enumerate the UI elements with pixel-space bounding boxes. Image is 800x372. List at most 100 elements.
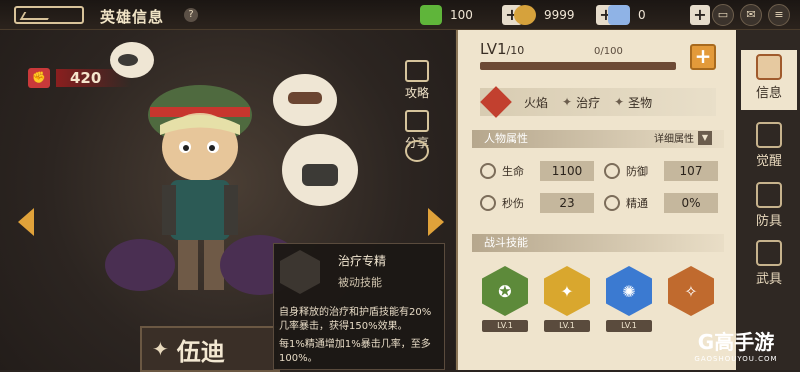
- skill-slot-4[interactable]: ✧: [668, 266, 714, 332]
- combat-skills-header: 战斗技能: [472, 234, 724, 252]
- level-up-button[interactable]: +: [690, 44, 716, 70]
- guide-button[interactable]: 攻略: [400, 60, 434, 101]
- element-tag-heal-label: 治疗: [576, 95, 601, 110]
- power-icon: ✊: [28, 68, 50, 88]
- tab-armor[interactable]: 防具: [741, 178, 797, 238]
- stat-hp-label: 生命: [502, 165, 524, 178]
- defense-icon: [604, 163, 620, 179]
- healing-skill-icon: [280, 250, 320, 294]
- guide-label: 攻略: [404, 86, 429, 100]
- green-gem-icon: [420, 5, 442, 25]
- stat-mastery-label: 精通: [626, 197, 648, 210]
- stat-defense: 防御 107: [604, 160, 718, 182]
- favorite-button[interactable]: [400, 140, 434, 164]
- tooltip-skill-type: 被动技能: [338, 276, 382, 289]
- stat-dps: 秒伤 23: [480, 192, 594, 214]
- tab-armor-label: 防具: [755, 214, 782, 229]
- stat-defense-value: 107: [664, 161, 718, 181]
- resource-gold-coin: 9999 +: [514, 5, 616, 25]
- skill-3-icon: ✺: [606, 266, 652, 316]
- detail-attributes-label: 详细属性: [654, 134, 694, 145]
- awaken-icon: [756, 122, 782, 148]
- thought-bubble-pot-icon: [282, 134, 358, 206]
- help-icon[interactable]: ?: [184, 8, 198, 22]
- skill-slot-3[interactable]: ✺ LV.1: [606, 266, 652, 332]
- back-button[interactable]: [14, 6, 84, 24]
- info-book-icon: [756, 54, 782, 80]
- heal-tag-icon: ✦: [562, 95, 573, 109]
- chat-icon[interactable]: ▭: [712, 4, 734, 26]
- gold-coin-value: 9999: [544, 8, 575, 22]
- hp-icon: [480, 163, 496, 179]
- skill-2-level: LV.1: [544, 320, 590, 332]
- guide-icon: [405, 60, 429, 82]
- weapon-icon: [756, 240, 782, 266]
- exp-text: 0/100: [594, 46, 623, 57]
- side-tabs: 信息 觉醒 防具 武具: [737, 30, 800, 370]
- thought-bubble-roast-icon: [273, 74, 337, 126]
- share-icon: [405, 110, 429, 132]
- hero-name: 伍迪: [176, 337, 225, 366]
- stat-hp: 生命 1100: [480, 160, 594, 182]
- mastery-icon: [604, 195, 620, 211]
- stat-hp-value: 1100: [540, 161, 594, 181]
- level-value: LV1: [480, 40, 507, 58]
- skill-2-icon: ✦: [544, 266, 590, 316]
- element-tag-fire-label: 火焰: [524, 95, 549, 110]
- skill-list: ✪ LV.1 ✦ LV.1 ✺ LV.1 ✧: [482, 266, 714, 332]
- mail-icon[interactable]: ✉: [740, 4, 762, 26]
- page-title: 英雄信息: [100, 8, 165, 26]
- level-display: LV1/10: [480, 40, 524, 58]
- tab-awaken[interactable]: 觉醒: [741, 118, 797, 178]
- tooltip-skill-name: 治疗专精: [338, 254, 387, 268]
- stat-dps-value: 23: [540, 193, 594, 213]
- skill-3-level: LV.1: [606, 320, 652, 332]
- skill-slot-2[interactable]: ✦ LV.1: [544, 266, 590, 332]
- stat-defense-label: 防御: [626, 165, 648, 178]
- skill-1-icon: ✪: [482, 266, 528, 316]
- thought-bubble-pan-icon: [110, 42, 154, 78]
- add-crystal-button[interactable]: +: [690, 5, 710, 25]
- watermark-main: G高手游: [697, 330, 775, 354]
- watermark-sub: GAOSHOUYOU.COM: [694, 355, 778, 363]
- green-gem-value: 100: [450, 8, 473, 22]
- top-bar: 英雄信息 ? 100 + 9999 + 0 + ▭ ✉ ≡: [0, 0, 800, 30]
- tooltip-description-2: 每1%精通增加1%暴击几率，至多100%。: [279, 339, 431, 364]
- skill-1-level: LV.1: [482, 320, 528, 332]
- element-bar: 火焰 ✦ 治疗 ✦ 圣物: [480, 86, 716, 118]
- tab-weapon[interactable]: 武具: [741, 236, 797, 296]
- tooltip-description: 自身释放的治疗和护盾技能有20%几率暴击，获得150%效果。: [279, 307, 432, 332]
- element-tag-fire: 火焰: [524, 94, 548, 111]
- hero-name-bar: ✦ 伍迪: [140, 326, 280, 372]
- level-max: /10: [506, 44, 525, 57]
- tab-info[interactable]: 信息: [741, 50, 797, 110]
- stat-mastery: 精通 0%: [604, 192, 718, 214]
- hero-info-panel: LV1/10 0/100 + 火焰 ✦ 治疗 ✦ 圣物 人物属性 详细属性 ▼ …: [456, 30, 736, 370]
- class-icon: ✦: [152, 337, 169, 361]
- tab-weapon-label: 武具: [755, 272, 782, 287]
- element-tag-relic-label: 圣物: [628, 95, 653, 110]
- menu-icon[interactable]: ≡: [768, 4, 790, 26]
- exp-bar: [480, 62, 676, 70]
- chevron-down-icon: ▼: [698, 130, 712, 145]
- prev-hero-arrow-icon[interactable]: [18, 208, 34, 236]
- element-tag-heal: ✦ 治疗: [562, 94, 600, 111]
- skill-4-icon: ✧: [668, 266, 714, 316]
- crystal-value: 0: [638, 8, 646, 22]
- dps-icon: [480, 195, 496, 211]
- resource-green-gem: 100 +: [420, 5, 522, 25]
- relic-tag-icon: ✦: [614, 95, 625, 109]
- detail-attributes-link[interactable]: 详细属性 ▼: [654, 130, 712, 145]
- crystal-icon: [608, 5, 630, 25]
- next-hero-arrow-icon[interactable]: [428, 208, 444, 236]
- resource-crystal: 0 +: [608, 5, 710, 25]
- heart-icon: [405, 140, 429, 162]
- gold-coin-icon: [514, 5, 536, 25]
- stat-mastery-value: 0%: [664, 193, 718, 213]
- skill-slot-1[interactable]: ✪ LV.1: [482, 266, 528, 332]
- fire-element-icon: [480, 86, 512, 118]
- element-tag-relic: ✦ 圣物: [614, 94, 652, 111]
- tab-info-label: 信息: [755, 86, 782, 101]
- skill-tooltip: 治疗专精 被动技能 自身释放的治疗和护盾技能有20%几率暴击，获得150%效果。…: [273, 243, 445, 370]
- armor-icon: [756, 182, 782, 208]
